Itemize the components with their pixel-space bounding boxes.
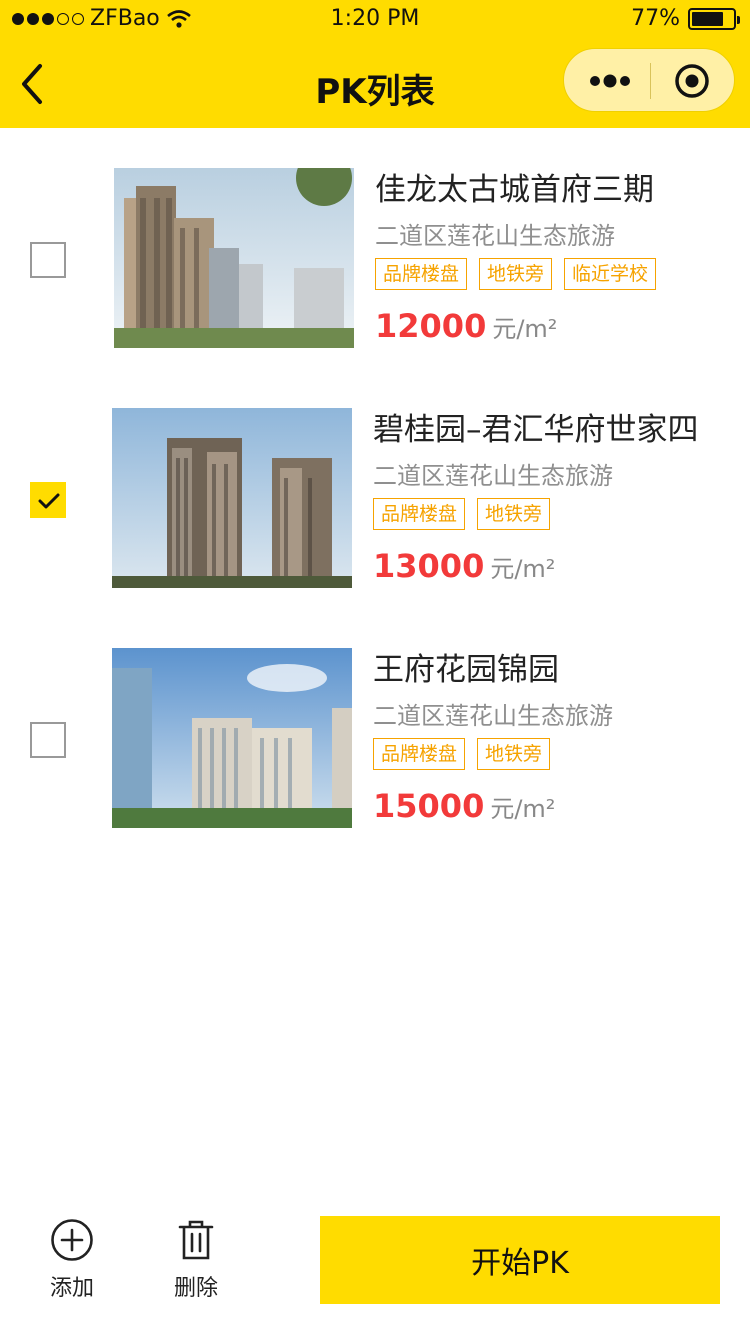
price-unit: 元/m² xyxy=(492,315,558,343)
item-name: 碧桂园–君汇华府世家四 xyxy=(373,412,699,448)
price-unit: 元/m² xyxy=(490,795,556,823)
building-image xyxy=(112,648,352,828)
start-pk-button[interactable]: 开始PK xyxy=(320,1216,720,1304)
item-tag: 品牌楼盘 xyxy=(373,498,466,530)
delete-label: 删除 xyxy=(173,1276,218,1301)
item-tag: 品牌楼盘 xyxy=(375,258,468,290)
list-item[interactable]: 碧桂园–君汇华府世家四 二道区莲花山生态旅游 品牌楼盘 地铁旁 13000 元/m… xyxy=(0,408,750,588)
item-tag: 地铁旁 xyxy=(477,498,551,530)
item-checkbox[interactable] xyxy=(30,482,66,518)
item-address: 二道区莲花山生态旅游 xyxy=(375,222,615,250)
mini-program-capsule xyxy=(563,48,735,112)
price-value: 15000 xyxy=(373,787,485,825)
more-button[interactable] xyxy=(590,71,630,91)
capsule-divider xyxy=(650,63,651,99)
bottom-toolbar: 添加 删除 开始PK xyxy=(0,1204,750,1334)
battery-icon xyxy=(688,7,740,30)
building-image xyxy=(114,168,354,348)
item-checkbox[interactable] xyxy=(30,722,66,758)
item-price: 12000 元/m² xyxy=(375,304,745,348)
item-tags: 品牌楼盘 地铁旁 临近学校 xyxy=(375,258,745,290)
item-address: 二道区莲花山生态旅游 xyxy=(373,702,613,730)
price-value: 13000 xyxy=(373,547,485,585)
battery: 77% xyxy=(631,6,740,31)
item-address: 二道区莲花山生态旅游 xyxy=(373,462,613,490)
item-tag: 品牌楼盘 xyxy=(373,738,466,770)
trash-icon xyxy=(178,1220,214,1260)
more-dots-icon xyxy=(590,74,630,88)
add-button[interactable]: 添加 xyxy=(22,1218,122,1302)
delete-button[interactable]: 删除 xyxy=(146,1218,246,1302)
price-unit: 元/m² xyxy=(490,555,556,583)
building-image xyxy=(112,408,352,588)
item-name: 王府花园锦园 xyxy=(373,652,559,688)
item-tags: 品牌楼盘 地铁旁 xyxy=(373,738,743,770)
item-price: 13000 元/m² xyxy=(373,544,743,588)
item-tag: 地铁旁 xyxy=(479,258,553,290)
price-value: 12000 xyxy=(375,307,487,345)
close-program-button[interactable] xyxy=(674,63,710,99)
item-tag: 临近学校 xyxy=(564,258,657,290)
plus-circle-icon xyxy=(51,1219,93,1261)
item-tags: 品牌楼盘 地铁旁 xyxy=(373,498,743,530)
item-checkbox[interactable] xyxy=(30,242,66,278)
item-info: 王府花园锦园 二道区莲花山生态旅游 品牌楼盘 地铁旁 15000 元/m² xyxy=(373,648,743,828)
item-info: 佳龙太古城首府三期 二道区莲花山生态旅游 品牌楼盘 地铁旁 临近学校 12000… xyxy=(375,168,745,348)
list-item[interactable]: 王府花园锦园 二道区莲花山生态旅游 品牌楼盘 地铁旁 15000 元/m² xyxy=(0,648,750,828)
list-item[interactable]: 佳龙太古城首府三期 二道区莲花山生态旅游 品牌楼盘 地铁旁 临近学校 12000… xyxy=(0,168,750,348)
item-name: 佳龙太古城首府三期 xyxy=(375,172,654,208)
check-icon xyxy=(38,493,60,509)
target-icon xyxy=(675,64,709,98)
battery-percent: 77% xyxy=(631,6,680,31)
add-label: 添加 xyxy=(49,1276,94,1301)
item-tag: 地铁旁 xyxy=(477,738,551,770)
item-info: 碧桂园–君汇华府世家四 二道区莲花山生态旅游 品牌楼盘 地铁旁 13000 元/m… xyxy=(373,408,743,588)
status-bar: ZFBao 1:20 PM 77% xyxy=(0,0,750,40)
item-price: 15000 元/m² xyxy=(373,784,743,828)
top-bar: ZFBao 1:20 PM 77% PK列表 xyxy=(0,0,750,128)
